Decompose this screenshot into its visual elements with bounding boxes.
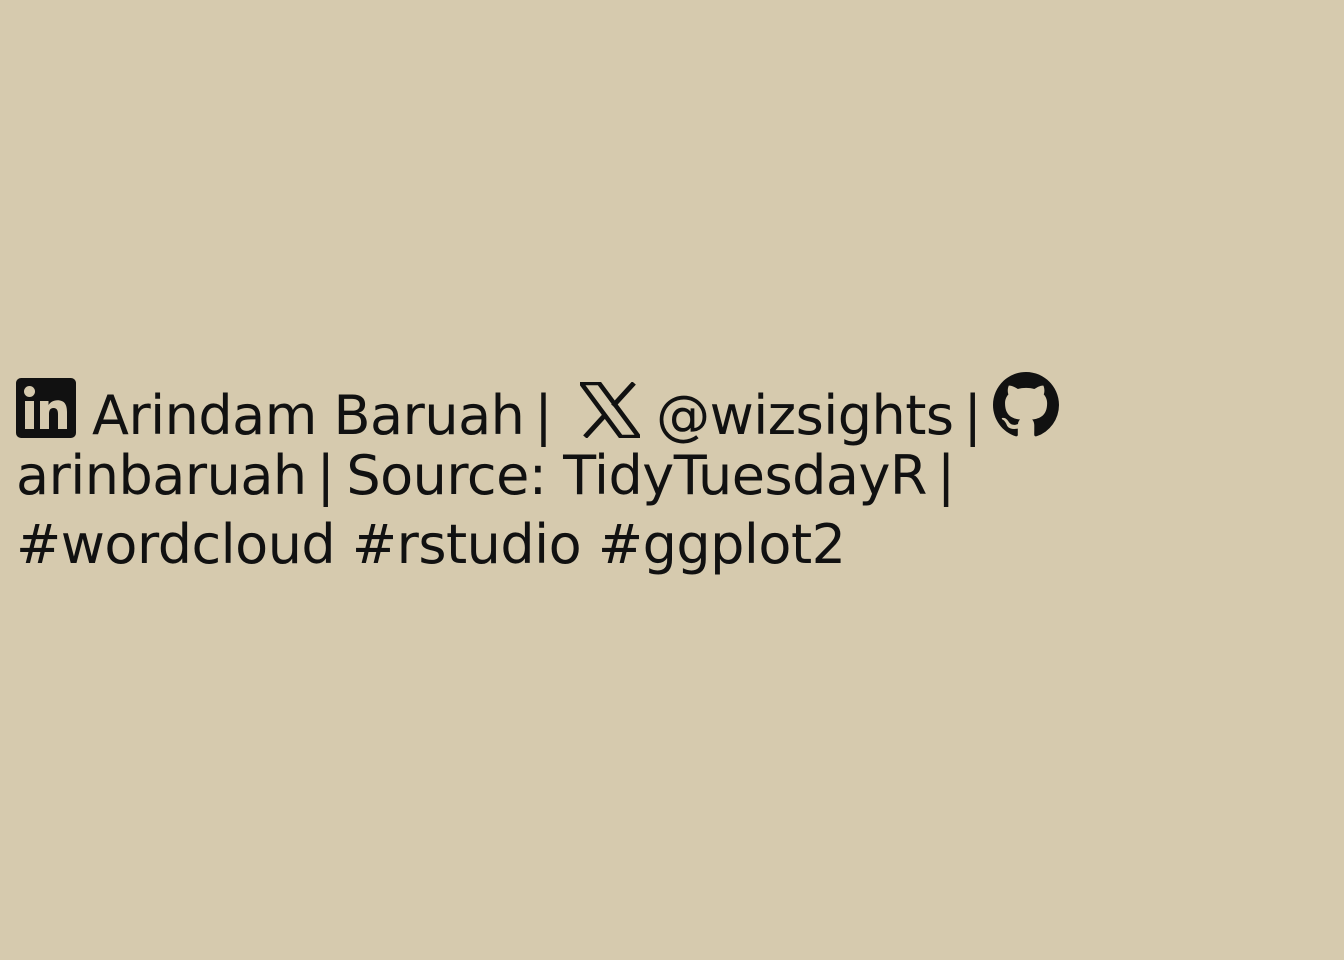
separator: | (963, 384, 982, 447)
attribution-caption: Arindam Baruah | @wizsights | arinbaruah | S… (16, 372, 1216, 579)
caption-line-1: Arindam Baruah | @wizsights | (16, 372, 1216, 447)
hashtags: #wordcloud #rstudio #ggplot2 (16, 513, 846, 576)
github-username: arinbaruah (16, 444, 307, 507)
separator: | (316, 444, 335, 507)
author-name: Arindam Baruah (92, 384, 525, 447)
x-twitter-icon (580, 382, 641, 438)
twitter-handle: @wizsights (656, 384, 954, 447)
linkedin-icon (16, 378, 76, 438)
separator: | (936, 444, 955, 507)
separator: | (534, 384, 553, 447)
caption-line-3: #wordcloud #rstudio #ggplot2 (16, 510, 1216, 579)
source-text: Source: TidyTuesdayR (346, 444, 927, 507)
caption-line-2: arinbaruah | Source: TidyTuesdayR | (16, 441, 1216, 510)
github-icon (993, 372, 1060, 438)
